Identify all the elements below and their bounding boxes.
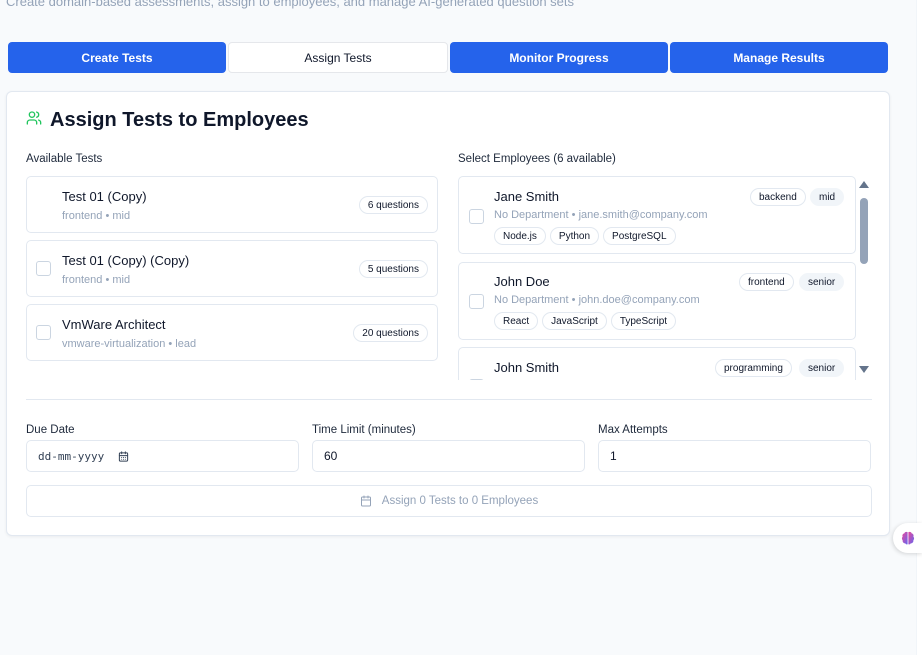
test-name: Test 01 (Copy) (Copy): [62, 253, 190, 268]
section-divider: [26, 399, 872, 400]
calendar-icon: [360, 495, 372, 507]
scroll-thumb[interactable]: [860, 198, 868, 264]
users-icon: [26, 110, 42, 131]
card-title: Assign Tests to Employees: [50, 109, 309, 131]
tab-bar: Create Tests Assign Tests Monitor Progre…: [8, 42, 888, 73]
brain-icon: [900, 530, 916, 546]
tab-manage-results[interactable]: Manage Results: [670, 42, 888, 73]
time-limit-input[interactable]: 60: [312, 440, 585, 472]
test-checkbox[interactable]: [36, 261, 51, 276]
employee-meta: No Department • jane.smith@company.com: [494, 209, 708, 221]
tab-monitor-progress[interactable]: Monitor Progress: [450, 42, 668, 73]
test-name: Test 01 (Copy): [62, 189, 147, 204]
page-subtitle: Create domain-based assessments, assign …: [6, 0, 575, 9]
tab-assign-tests[interactable]: Assign Tests: [228, 42, 448, 73]
due-date-placeholder: dd-mm-yyyy: [38, 449, 105, 463]
domain-badge: programming: [715, 359, 792, 377]
test-meta: frontend • mid: [62, 210, 131, 222]
employee-checkbox[interactable]: [469, 379, 484, 380]
assign-button-label: Assign 0 Tests to 0 Employees: [381, 495, 539, 507]
test-meta: vmware-virtualization • lead: [62, 338, 197, 350]
level-badge: mid: [810, 188, 845, 206]
question-count-badge: 6 questions: [358, 196, 428, 214]
select-employees-label: Select Employees (6 available): [458, 153, 616, 165]
employee-item[interactable]: John Smith programming senior: [458, 347, 856, 380]
skill-badge: TypeScript: [610, 312, 677, 330]
question-count-badge: 20 questions: [353, 324, 428, 342]
level-badge: senior: [799, 359, 845, 377]
question-count-badge: 5 questions: [358, 260, 428, 278]
calendar-icon[interactable]: [118, 450, 129, 462]
page-edge: [916, 0, 922, 655]
employee-name: John Doe: [494, 274, 550, 289]
test-item[interactable]: Test 01 (Copy) frontend • mid 6 question…: [26, 176, 438, 233]
employee-list-scrollbar[interactable]: [858, 181, 870, 373]
skill-badge: PostgreSQL: [603, 227, 676, 245]
employee-name: Jane Smith: [494, 189, 560, 204]
employee-item[interactable]: Jane Smith No Department • jane.smith@co…: [458, 176, 856, 254]
level-badge: senior: [799, 273, 845, 291]
scroll-down-arrow-icon[interactable]: [859, 366, 869, 373]
test-meta: frontend • mid: [62, 274, 131, 286]
skill-list: Node.js Python PostgreSQL: [494, 227, 676, 245]
test-item[interactable]: VmWare Architect vmware-virtualization •…: [26, 304, 438, 361]
employee-meta: No Department • john.doe@company.com: [494, 294, 700, 306]
employee-item[interactable]: John Doe No Department • john.doe@compan…: [458, 262, 856, 340]
max-attempts-label: Max Attempts: [598, 424, 668, 436]
tab-create-tests[interactable]: Create Tests: [8, 42, 226, 73]
test-checkbox[interactable]: [36, 325, 51, 340]
ai-assistant-button[interactable]: [893, 523, 922, 553]
card-header: Assign Tests to Employees: [26, 109, 309, 132]
skill-badge: Python: [549, 227, 600, 245]
due-date-input[interactable]: dd-mm-yyyy: [26, 440, 299, 472]
due-date-label: Due Date: [26, 424, 75, 436]
skill-badge: React: [494, 312, 539, 330]
scroll-up-arrow-icon[interactable]: [859, 181, 869, 188]
domain-badge: frontend: [739, 273, 794, 291]
employee-checkbox[interactable]: [469, 294, 484, 309]
employee-list[interactable]: Jane Smith No Department • jane.smith@co…: [458, 176, 874, 380]
skill-badge: JavaScript: [542, 312, 607, 330]
test-name: VmWare Architect: [62, 317, 166, 332]
test-item[interactable]: Test 01 (Copy) (Copy) frontend • mid 5 q…: [26, 240, 438, 297]
employee-checkbox[interactable]: [469, 209, 484, 224]
domain-badge: backend: [750, 188, 806, 206]
employee-name: John Smith: [494, 360, 560, 375]
assign-tests-button[interactable]: Assign 0 Tests to 0 Employees: [26, 485, 872, 517]
time-limit-label: Time Limit (minutes): [312, 424, 416, 436]
max-attempts-input[interactable]: 1: [598, 440, 871, 472]
available-tests-label: Available Tests: [26, 153, 103, 165]
assign-tests-card: Assign Tests to Employees Available Test…: [6, 91, 890, 536]
skill-list: React JavaScript TypeScript: [494, 312, 677, 330]
skill-badge: Node.js: [494, 227, 546, 245]
